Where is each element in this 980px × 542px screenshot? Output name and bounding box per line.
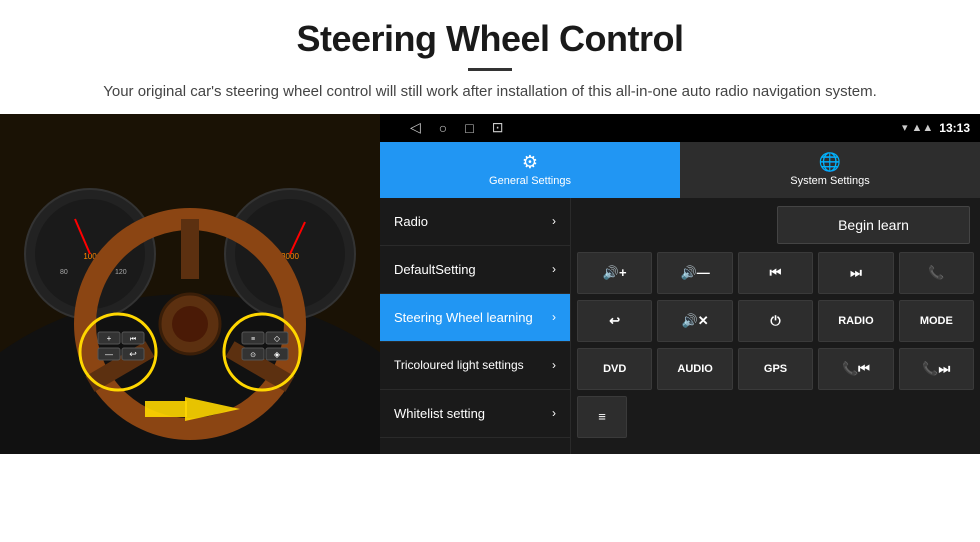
menu-item-whitelist[interactable]: Whitelist setting › xyxy=(380,390,570,438)
nav-buttons: ◁ ○ □ ⊡ xyxy=(390,119,896,136)
controls-row-top: Begin learn xyxy=(577,204,974,246)
hangup-button[interactable]: ↩ xyxy=(577,300,652,342)
gps-button[interactable]: GPS xyxy=(738,348,813,390)
menu-steering-label: Steering Wheel learning xyxy=(394,310,533,325)
tab-system-label: System Settings xyxy=(790,175,869,187)
tab-general-settings[interactable]: ⚙ General Settings xyxy=(380,142,680,198)
begin-learn-button[interactable]: Begin learn xyxy=(777,206,970,244)
dvd-button[interactable]: DVD xyxy=(577,348,652,390)
svg-text:◈: ◈ xyxy=(274,350,281,359)
title-divider xyxy=(468,68,512,71)
tab-system-settings[interactable]: 🌐 System Settings xyxy=(680,142,980,198)
menu-radio-label: Radio xyxy=(394,214,428,229)
page-subtitle: Your original car's steering wheel contr… xyxy=(40,81,940,104)
power-button[interactable]: ⏻ xyxy=(738,300,813,342)
controls-row-2: ↩ 🔊✕ ⏻ RADIO MODE xyxy=(577,300,974,342)
svg-text:◇: ◇ xyxy=(274,334,281,343)
mode-button[interactable]: MODE xyxy=(899,300,974,342)
controls-row-3: DVD AUDIO GPS 📞⏮ 📞⏭ xyxy=(577,348,974,390)
audio-button[interactable]: AUDIO xyxy=(657,348,732,390)
menu-panel: Radio › DefaultSetting › Steering Wheel … xyxy=(380,198,570,454)
chevron-icon: › xyxy=(552,406,556,420)
steering-wheel-illustration: 100 80 120 3000 xyxy=(0,114,380,454)
wifi-icon: ▾ xyxy=(902,121,908,134)
controls-row-4: ≡ xyxy=(577,396,974,438)
prev-track-button[interactable]: ⏮ xyxy=(738,252,813,294)
head-unit-panel: ◁ ○ □ ⊡ ▾ ▲▲ 13:13 ⚙ General Settings xyxy=(380,114,980,454)
svg-text:↩: ↩ xyxy=(129,349,137,359)
top-section: Steering Wheel Control Your original car… xyxy=(0,0,980,114)
menu-item-steering-wheel[interactable]: Steering Wheel learning › xyxy=(380,294,570,342)
menu-whitelist-label: Whitelist setting xyxy=(394,406,485,421)
time-display: 13:13 xyxy=(939,121,970,135)
radio-button[interactable]: RADIO xyxy=(818,300,893,342)
list-button[interactable]: ≡ xyxy=(577,396,627,438)
svg-text:+: + xyxy=(107,334,112,343)
signal-icon: ▲▲ xyxy=(912,122,934,134)
bottom-section: 100 80 120 3000 xyxy=(0,114,980,454)
svg-text:≡: ≡ xyxy=(251,336,255,343)
vol-up-button[interactable]: 🔊+ xyxy=(577,252,652,294)
menu-and-controls: Radio › DefaultSetting › Steering Wheel … xyxy=(380,198,980,454)
tab-bar: ⚙ General Settings 🌐 System Settings xyxy=(380,142,980,198)
controls-panel: Begin learn 🔊+ 🔊— ⏮ ⏭ 📞 ↩ 🔊✕ ⏻ xyxy=(570,198,980,454)
vol-down-button[interactable]: 🔊— xyxy=(657,252,732,294)
phone-button[interactable]: 📞 xyxy=(899,252,974,294)
recent-nav-btn[interactable]: □ xyxy=(465,120,473,136)
svg-text:—: — xyxy=(105,350,113,359)
next-track-button[interactable]: ⏭ xyxy=(818,252,893,294)
phone-prev-button[interactable]: 📞⏮ xyxy=(818,348,893,390)
menu-nav-btn[interactable]: ⊡ xyxy=(492,119,504,136)
menu-tricoloured-label: Tricoloured light settings xyxy=(394,358,524,372)
menu-item-default-setting[interactable]: DefaultSetting › xyxy=(380,246,570,294)
general-settings-icon: ⚙ xyxy=(522,152,538,173)
tab-general-label: General Settings xyxy=(489,175,571,187)
phone-next-button[interactable]: 📞⏭ xyxy=(899,348,974,390)
mute-button[interactable]: 🔊✕ xyxy=(657,300,732,342)
status-bar: ◁ ○ □ ⊡ ▾ ▲▲ 13:13 xyxy=(380,114,980,142)
page-title: Steering Wheel Control xyxy=(40,18,940,60)
status-icons: ▾ ▲▲ xyxy=(902,121,933,134)
menu-item-tricoloured[interactable]: Tricoloured light settings › xyxy=(380,342,570,390)
svg-text:120: 120 xyxy=(115,269,127,276)
car-image: 100 80 120 3000 xyxy=(0,114,380,454)
chevron-icon: › xyxy=(552,262,556,276)
controls-row-1: 🔊+ 🔊— ⏮ ⏭ 📞 xyxy=(577,252,974,294)
chevron-icon: › xyxy=(552,310,556,324)
system-settings-icon: 🌐 xyxy=(819,152,841,173)
menu-item-radio[interactable]: Radio › xyxy=(380,198,570,246)
empty-space xyxy=(581,206,772,244)
home-nav-btn[interactable]: ○ xyxy=(439,120,447,136)
menu-default-label: DefaultSetting xyxy=(394,262,476,277)
page-wrapper: Steering Wheel Control Your original car… xyxy=(0,0,980,454)
svg-text:⏮: ⏮ xyxy=(130,336,136,343)
svg-text:80: 80 xyxy=(60,269,68,276)
chevron-icon: › xyxy=(552,358,556,372)
svg-text:⊙: ⊙ xyxy=(250,352,256,359)
chevron-icon: › xyxy=(552,214,556,228)
back-nav-btn[interactable]: ◁ xyxy=(410,119,421,136)
